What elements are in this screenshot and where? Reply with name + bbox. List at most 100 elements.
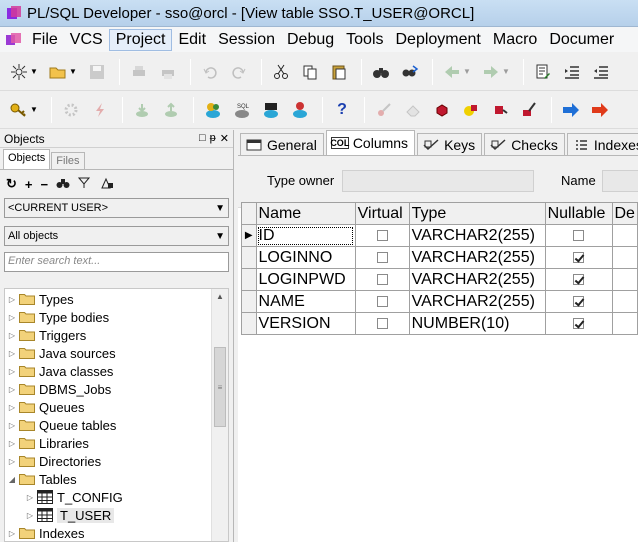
- default-cell[interactable]: [611, 246, 638, 269]
- tab-files[interactable]: Files: [51, 152, 85, 169]
- help-button[interactable]: ?: [329, 97, 355, 123]
- tab-keys[interactable]: Keys: [417, 133, 483, 155]
- filter-folder-icon[interactable]: [100, 177, 114, 192]
- column-row[interactable]: NAME VARCHAR2(255): [241, 290, 638, 313]
- rollback-button[interactable]: [158, 97, 184, 123]
- tab-indexes[interactable]: Indexes: [566, 133, 638, 155]
- default-cell[interactable]: [611, 312, 638, 335]
- column-row[interactable]: ▶ ID VARCHAR2(255): [241, 224, 638, 247]
- row-indicator[interactable]: [241, 312, 257, 335]
- filter-edit-icon[interactable]: [78, 177, 92, 192]
- open-button[interactable]: ▼: [45, 59, 81, 85]
- collapsed-triangle-icon[interactable]: ▷: [5, 421, 19, 430]
- virtual-cell[interactable]: [354, 290, 410, 313]
- virtual-checkbox[interactable]: [376, 273, 388, 285]
- virtual-checkbox[interactable]: [376, 295, 388, 307]
- find-button[interactable]: [368, 59, 394, 85]
- col-header-virtual[interactable]: Virtual: [354, 202, 410, 225]
- nullable-checkbox[interactable]: [573, 317, 585, 329]
- tree-item-folder[interactable]: ▷ Libraries: [5, 434, 228, 452]
- indent-button[interactable]: [559, 59, 585, 85]
- nullable-cell[interactable]: [544, 290, 613, 313]
- redo-button[interactable]: [226, 59, 252, 85]
- column-type-cell[interactable]: VARCHAR2(255): [408, 290, 546, 313]
- edit-document-button[interactable]: [530, 59, 556, 85]
- virtual-checkbox[interactable]: [376, 229, 388, 241]
- virtual-cell[interactable]: [354, 246, 410, 269]
- name-field[interactable]: [602, 170, 638, 192]
- column-name-cell[interactable]: ID: [255, 224, 356, 247]
- unindent-button[interactable]: [588, 59, 614, 85]
- tree-item-folder[interactable]: ▷ Triggers: [5, 326, 228, 344]
- row-indicator[interactable]: [241, 290, 257, 313]
- collapsed-triangle-icon[interactable]: ▷: [5, 385, 19, 394]
- add-icon[interactable]: +: [25, 177, 33, 192]
- current-row-indicator-icon[interactable]: ▶: [241, 224, 257, 247]
- expanded-triangle-icon[interactable]: ◢: [5, 475, 19, 484]
- col-header-type[interactable]: Type: [408, 202, 546, 225]
- tree-item-folder[interactable]: ▷ Directories: [5, 452, 228, 470]
- nullable-checkbox[interactable]: [573, 295, 585, 307]
- find-binoculars-icon[interactable]: [56, 177, 70, 192]
- menu-debug[interactable]: Debug: [281, 30, 340, 50]
- tree-item-folder[interactable]: ▷ Types: [5, 290, 228, 308]
- eraser-button[interactable]: [400, 97, 426, 123]
- collapsed-triangle-icon[interactable]: ▷: [5, 403, 19, 412]
- collapsed-triangle-icon[interactable]: ▷: [5, 529, 19, 538]
- tree-item-folder[interactable]: ▷ Java classes: [5, 362, 228, 380]
- col-header-nullable[interactable]: Nullable: [544, 202, 613, 225]
- virtual-cell[interactable]: [354, 268, 410, 291]
- col-header-name[interactable]: Name: [255, 202, 356, 225]
- default-cell[interactable]: [611, 224, 638, 247]
- break-button[interactable]: [87, 97, 113, 123]
- tree-item-table[interactable]: ▷ T_CONFIG: [5, 488, 228, 506]
- column-type-cell[interactable]: NUMBER(10): [408, 312, 546, 335]
- copy-button[interactable]: [297, 59, 323, 85]
- user-filter-select[interactable]: <CURRENT USER> ▼: [4, 198, 229, 218]
- find-replace-button[interactable]: [397, 59, 423, 85]
- tree-item-folder[interactable]: ▷ Indexes: [5, 524, 228, 541]
- tab-columns[interactable]: COL Columns: [325, 130, 416, 155]
- logon-button[interactable]: ▼: [6, 97, 42, 123]
- tree-item-table[interactable]: ▷ T_USER: [5, 506, 228, 524]
- collapsed-triangle-icon[interactable]: ▷: [5, 349, 19, 358]
- menu-edit[interactable]: Edit: [172, 30, 212, 50]
- record-yellow-button[interactable]: [458, 97, 484, 123]
- collapsed-triangle-icon[interactable]: ▷: [5, 457, 19, 466]
- menu-project[interactable]: Project: [108, 28, 173, 51]
- commit-button[interactable]: [129, 97, 155, 123]
- scroll-up-icon[interactable]: ▲: [212, 289, 228, 305]
- brush-button[interactable]: [371, 97, 397, 123]
- collapsed-triangle-icon[interactable]: ▷: [5, 439, 19, 448]
- object-search-input[interactable]: Enter search text...: [4, 252, 229, 272]
- column-row[interactable]: LOGINPWD VARCHAR2(255): [241, 268, 638, 291]
- type-owner-field[interactable]: [342, 170, 534, 192]
- nullable-checkbox[interactable]: [573, 229, 585, 241]
- forward-button[interactable]: ▼: [478, 59, 514, 85]
- nullable-cell[interactable]: [544, 246, 613, 269]
- record-red-button[interactable]: [429, 97, 455, 123]
- menu-session[interactable]: Session: [212, 30, 281, 50]
- paste-button[interactable]: [326, 59, 352, 85]
- execute-button[interactable]: [58, 97, 84, 123]
- tab-checks[interactable]: Checks: [484, 133, 565, 155]
- virtual-checkbox[interactable]: [376, 317, 388, 329]
- column-row[interactable]: VERSION NUMBER(10): [241, 312, 638, 335]
- new-button[interactable]: ▼: [6, 59, 42, 85]
- column-type-cell[interactable]: VARCHAR2(255): [408, 224, 546, 247]
- tree-item-folder[interactable]: ▷ Queue tables: [5, 416, 228, 434]
- tree-item-folder[interactable]: ▷ Java sources: [5, 344, 228, 362]
- nullable-checkbox[interactable]: [573, 273, 585, 285]
- menu-vcs[interactable]: VCS: [64, 30, 109, 50]
- refresh-icon[interactable]: ↻: [6, 176, 17, 192]
- column-name-cell[interactable]: LOGINPWD: [255, 268, 356, 291]
- scroll-thumb[interactable]: ≡: [214, 347, 226, 427]
- collapsed-triangle-icon[interactable]: ▷: [23, 493, 37, 502]
- column-name-cell[interactable]: NAME: [255, 290, 356, 313]
- col-header-default[interactable]: De: [611, 202, 638, 225]
- menu-tools[interactable]: Tools: [340, 30, 389, 50]
- cut-button[interactable]: [268, 59, 294, 85]
- nullable-cell[interactable]: [544, 312, 613, 335]
- navigate-forward-red-button[interactable]: [587, 97, 613, 123]
- print-preview-button[interactable]: [155, 59, 181, 85]
